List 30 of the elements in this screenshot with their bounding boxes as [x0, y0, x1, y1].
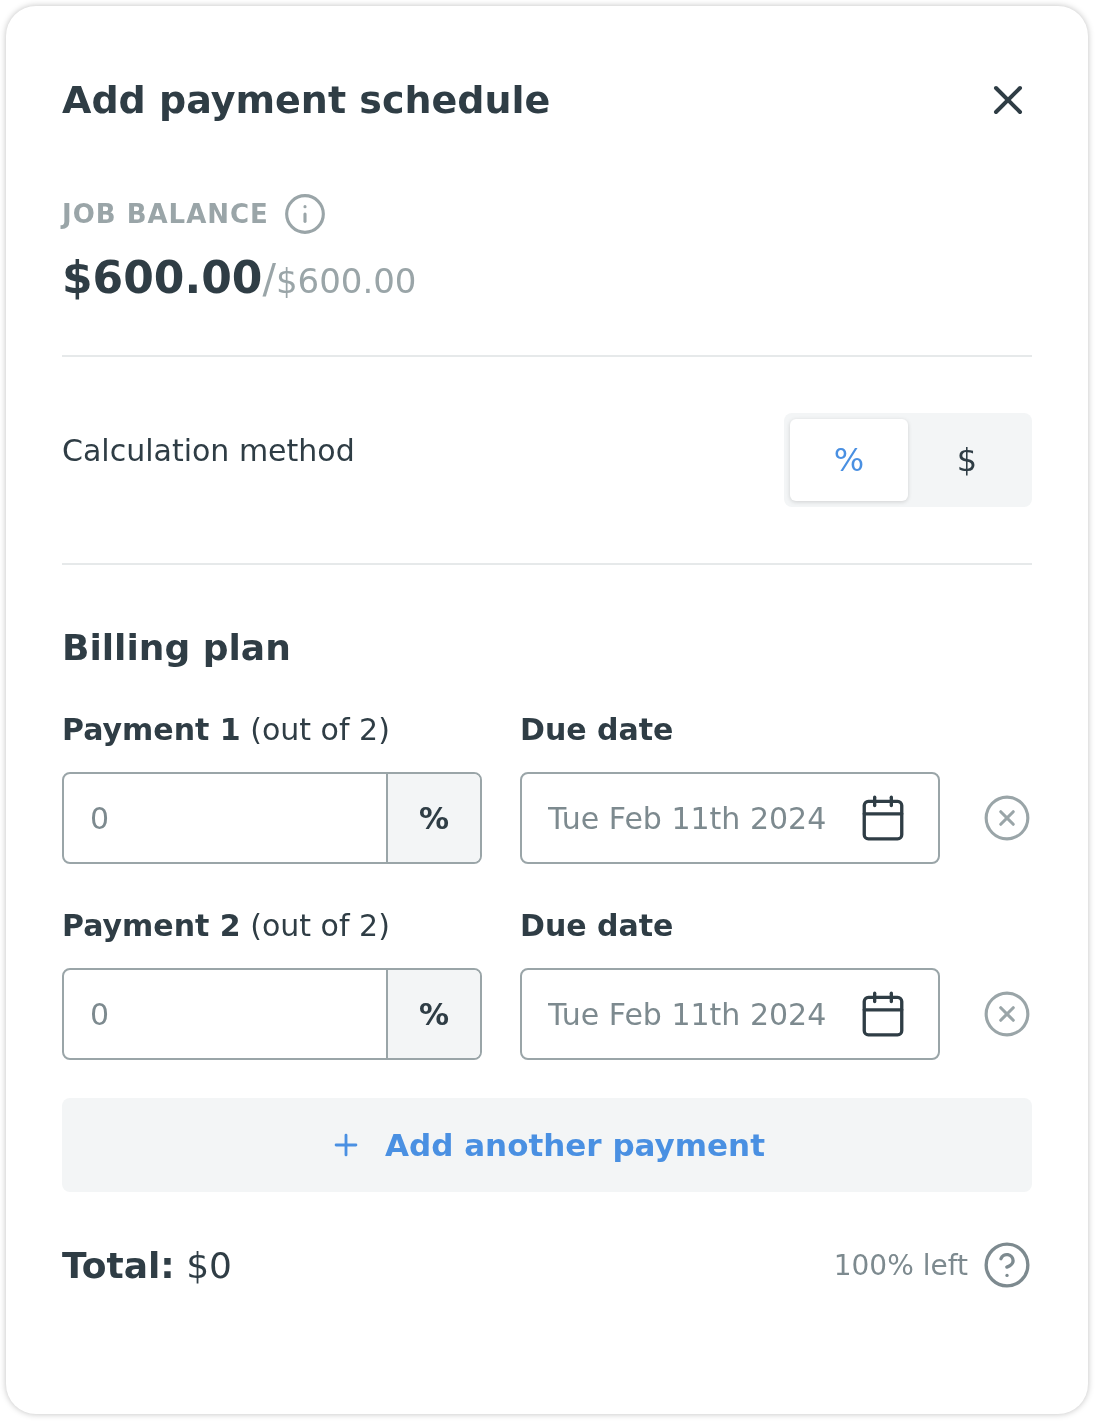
- due-date-label: Due date: [520, 908, 675, 945]
- separator-slash: /: [262, 256, 276, 302]
- payment-label: Payment 2 (out of 2): [62, 908, 391, 945]
- remaining-text: 100% left: [833, 1248, 968, 1282]
- balance-amount: $600.00: [62, 252, 263, 303]
- unit-addon: %: [386, 774, 480, 862]
- date-input[interactable]: Tue Feb 11th 2024: [522, 800, 858, 836]
- unit-addon: %: [386, 970, 480, 1058]
- amount-field[interactable]: 0 %: [62, 772, 482, 864]
- payment-label: Payment 1 (out of 2): [62, 712, 391, 749]
- due-date-label: Due date: [520, 712, 675, 749]
- date-field[interactable]: Tue Feb 11th 2024: [520, 772, 940, 864]
- method-option[interactable]: $: [908, 419, 1026, 501]
- date-field[interactable]: Tue Feb 11th 2024: [520, 968, 940, 1060]
- balance-total: $600.00: [275, 261, 417, 301]
- help-icon[interactable]: [982, 1240, 1032, 1290]
- calculation-label: Calculation method: [62, 432, 355, 468]
- amount-input[interactable]: 0: [64, 774, 386, 862]
- remove-button[interactable]: [982, 989, 1032, 1039]
- remove-icon: [982, 793, 1032, 843]
- dialog-title: Add payment schedule: [62, 78, 551, 122]
- amount-field[interactable]: 0 %: [62, 968, 482, 1060]
- info-icon[interactable]: [282, 192, 327, 236]
- remove-icon: [982, 989, 1032, 1039]
- amount-input[interactable]: 0: [64, 970, 386, 1058]
- total-text: Total: $0: [62, 1244, 232, 1286]
- balance-label: JOB BALANCE: [62, 199, 269, 229]
- date-input[interactable]: Tue Feb 11th 2024: [522, 996, 858, 1032]
- section-title: Billing plan: [62, 627, 292, 668]
- remove-button[interactable]: [982, 793, 1032, 843]
